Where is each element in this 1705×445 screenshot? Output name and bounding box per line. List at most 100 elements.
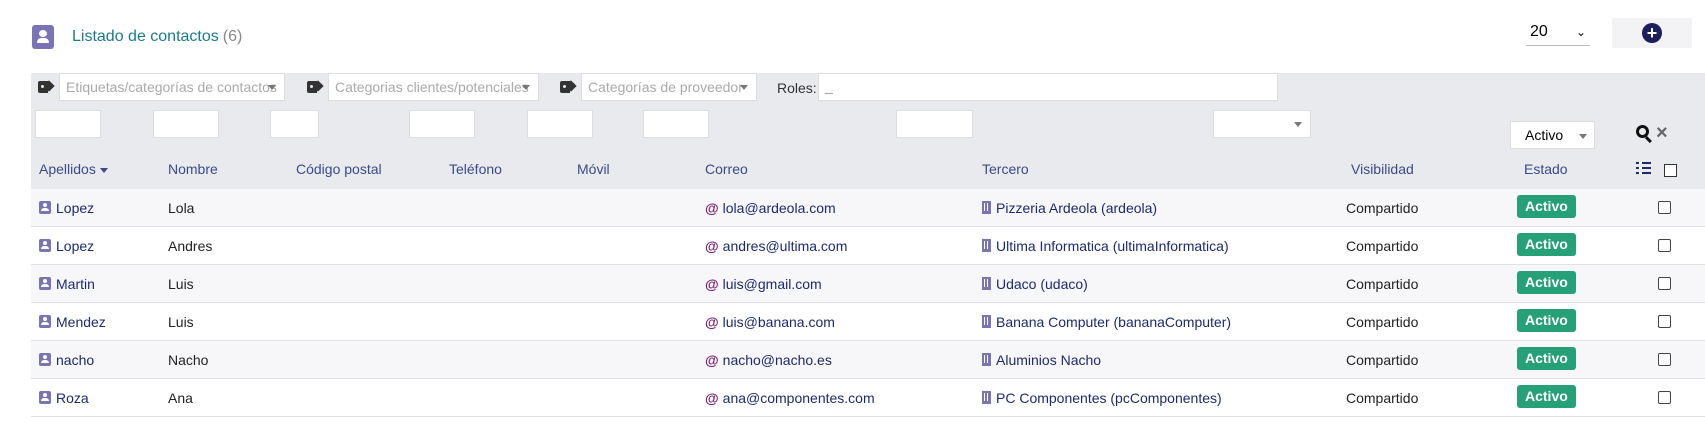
col-telefono[interactable]: Teléfono [449,161,502,177]
row-checkbox[interactable] [1658,353,1671,366]
filter-panel: Etiquetas/categorías de contactos Catego… [31,73,1705,189]
correo-cell[interactable]: @ lola@ardeola.com [705,200,836,216]
nombre-cell: Ana [168,390,193,406]
tercero-link[interactable]: Udaco (udaco) [996,276,1088,292]
visibilidad-cell: Compartido [1346,352,1419,368]
filter-apellidos-input[interactable] [35,110,101,138]
apellidos-cell[interactable]: Martin [39,276,95,292]
add-contact-button[interactable]: + [1612,18,1692,48]
building-icon [982,391,991,404]
filter-nombre-input[interactable] [153,110,219,138]
building-icon [982,277,991,290]
col-movil[interactable]: Móvil [577,161,610,177]
table-row: Roza Ana @ ana@componentes.com PC Componente… [31,379,1705,417]
correo-cell[interactable]: @ luis@gmail.com [705,276,822,292]
status-badge: Activo [1517,385,1576,408]
apellidos-cell[interactable]: Mendez [39,314,106,330]
filter-estado-select[interactable]: Activo [1510,121,1595,149]
filter-codigo-postal-input[interactable] [270,110,319,138]
nombre-cell: Luis [168,314,194,330]
col-estado[interactable]: Estado [1524,161,1568,177]
search-icon[interactable] [1636,125,1654,144]
roles-input[interactable]: _ [818,73,1278,101]
tercero-cell[interactable]: Banana Computer (bananaComputer) [982,314,1231,330]
building-icon [982,239,991,252]
correo-cell[interactable]: @ ana@componentes.com [705,390,875,406]
at-icon: @ [705,238,719,254]
tercero-link[interactable]: Banana Computer (bananaComputer) [996,314,1231,330]
filter-tercero-input[interactable] [896,110,973,138]
close-icon[interactable]: × [1656,122,1668,144]
visibilidad-cell: Compartido [1346,238,1419,254]
visibilidad-cell: Compartido [1346,390,1419,406]
apellidos-link[interactable]: Roza [56,390,89,406]
apellidos-cell[interactable]: Lopez [39,200,94,216]
at-icon: @ [705,200,719,216]
supplier-tags-select[interactable]: Categorías de proveedor [581,73,757,101]
col-apellidos[interactable]: Apellidos [39,161,108,177]
person-icon [39,239,51,252]
col-visibilidad[interactable]: Visibilidad [1351,161,1414,177]
supplier-tags-placeholder: Categorías de proveedor [588,79,743,95]
status-badge: Activo [1517,195,1576,218]
filter-telefono-input[interactable] [409,110,475,138]
tercero-cell[interactable]: Pizzeria Ardeola (ardeola) [982,200,1157,216]
page-title: Listado de contactos (6) [72,28,242,46]
select-all-checkbox[interactable] [1664,164,1677,177]
apellidos-cell[interactable]: Lopez [39,238,94,254]
row-checkbox[interactable] [1658,277,1671,290]
col-apellidos-label: Apellidos [39,161,96,177]
col-codigo-postal[interactable]: Código postal [296,161,382,177]
tercero-link[interactable]: PC Componentes (pcComponentes) [996,390,1222,406]
col-tercero[interactable]: Tercero [982,161,1029,177]
row-checkbox[interactable] [1658,239,1671,252]
correo-link[interactable]: luis@gmail.com [723,276,822,292]
apellidos-link[interactable]: Martin [56,276,95,292]
filter-correo-input[interactable] [643,110,709,138]
apellidos-cell[interactable]: Roza [39,390,89,406]
page-header: Listado de contactos (6) [32,22,242,52]
at-icon: @ [705,352,719,368]
contact-tags-select[interactable]: Etiquetas/categorías de contactos [59,73,285,101]
correo-link[interactable]: ana@componentes.com [723,390,875,406]
filter-visibilidad-select[interactable] [1213,110,1311,138]
row-checkbox[interactable] [1658,315,1671,328]
tercero-cell[interactable]: PC Componentes (pcComponentes) [982,390,1222,406]
table-row: Lopez Lola @ lola@ardeola.com Pizzeria Ardeo… [31,189,1705,227]
page-size-select[interactable]: 20 ⌄ [1526,18,1590,46]
plus-circle-icon: + [1642,23,1662,43]
apellidos-link[interactable]: Lopez [56,238,94,254]
filter-movil-input[interactable] [527,110,593,138]
contact-tags-placeholder: Etiquetas/categorías de contactos [66,79,277,95]
apellidos-link[interactable]: nacho [56,352,94,368]
correo-cell[interactable]: @ nacho@nacho.es [705,352,832,368]
col-nombre[interactable]: Nombre [168,161,218,177]
row-checkbox[interactable] [1658,391,1671,404]
status-badge: Activo [1517,347,1576,370]
correo-cell[interactable]: @ andres@ultima.com [705,238,847,254]
row-checkbox[interactable] [1658,201,1671,214]
list-icon[interactable] [1636,162,1651,175]
tercero-link[interactable]: Pizzeria Ardeola (ardeola) [996,200,1157,216]
tercero-cell[interactable]: Ultima Informatica (ultimaInformatica) [982,238,1229,254]
client-tags-select[interactable]: Categorias clientes/potenciales [328,73,539,101]
building-icon [982,353,991,366]
correo-cell[interactable]: @ luis@banana.com [705,314,835,330]
tag-icon [307,81,321,93]
correo-link[interactable]: lola@ardeola.com [723,200,836,216]
correo-link[interactable]: luis@banana.com [723,314,835,330]
person-icon [39,277,51,290]
correo-link[interactable]: andres@ultima.com [723,238,848,254]
tercero-link[interactable]: Ultima Informatica (ultimaInformatica) [996,238,1229,254]
col-correo[interactable]: Correo [705,161,748,177]
tag-icon [38,81,52,93]
apellidos-link[interactable]: Lopez [56,200,94,216]
tercero-link[interactable]: Aluminios Nacho [996,352,1101,368]
building-icon [982,201,991,214]
tercero-cell[interactable]: Aluminios Nacho [982,352,1101,368]
at-icon: @ [705,276,719,292]
apellidos-cell[interactable]: nacho [39,352,94,368]
apellidos-link[interactable]: Mendez [56,314,106,330]
tercero-cell[interactable]: Udaco (udaco) [982,276,1088,292]
correo-link[interactable]: nacho@nacho.es [723,352,832,368]
